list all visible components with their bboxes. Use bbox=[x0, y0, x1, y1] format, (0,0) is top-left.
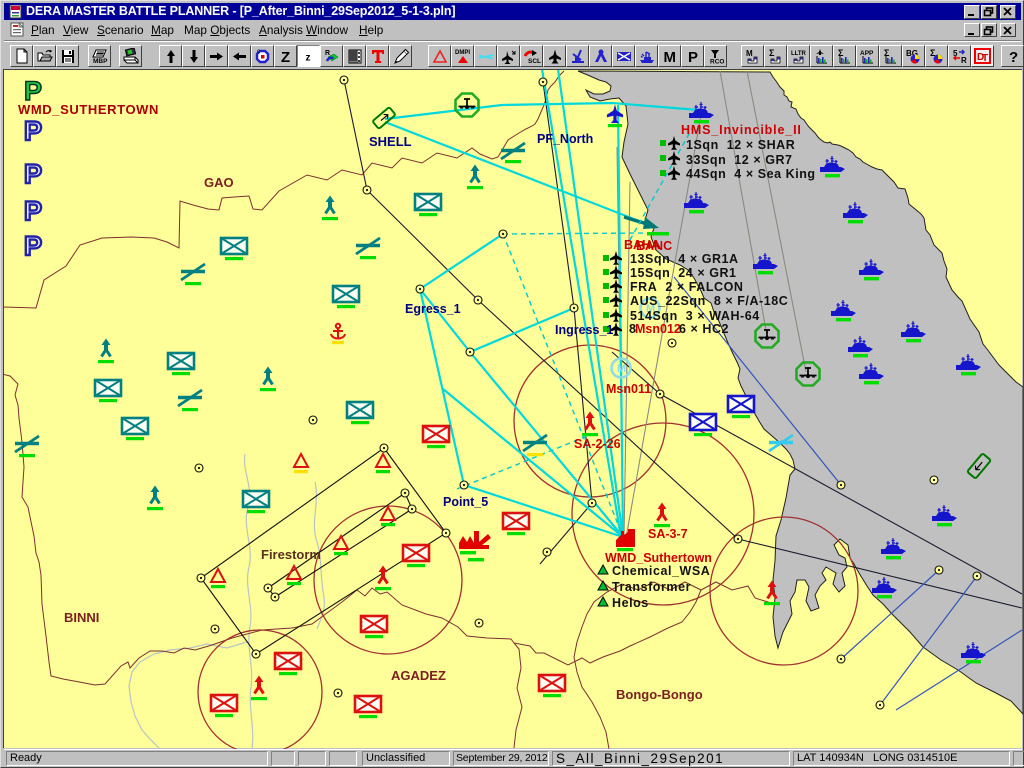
svg-text:WMD_Suthertown: WMD_Suthertown bbox=[605, 551, 712, 565]
svg-text:M: M bbox=[664, 49, 677, 65]
svg-text:MBP: MBP bbox=[93, 58, 108, 65]
svg-text:P: P bbox=[688, 49, 698, 65]
svg-text:1Sqn 12 × SHAR: 1Sqn 12 × SHAR bbox=[686, 138, 795, 152]
svg-text:Z: Z bbox=[281, 49, 290, 65]
svg-text:Bongo-Bongo: Bongo-Bongo bbox=[616, 687, 703, 702]
svg-text:AUS_22Sqn 8 × F/A-18C: AUS_22Sqn 8 × F/A-18C bbox=[630, 294, 788, 308]
svg-text:Σ: Σ bbox=[838, 48, 844, 58]
svg-text:R: R bbox=[325, 50, 330, 57]
svg-text:Helos: Helos bbox=[612, 596, 649, 610]
svg-text:Chemical_WSA: Chemical_WSA bbox=[612, 564, 710, 578]
svg-text:HMS_Invincible_II: HMS_Invincible_II bbox=[681, 123, 802, 137]
svg-text:c: c bbox=[257, 49, 260, 55]
svg-text:M: M bbox=[746, 49, 753, 58]
svg-text:z: z bbox=[306, 53, 311, 64]
svg-text:Point_5: Point_5 bbox=[443, 495, 488, 509]
svg-text:Transformer: Transformer bbox=[612, 580, 691, 594]
svg-text:GAO: GAO bbox=[204, 175, 234, 190]
svg-text:APP: APP bbox=[860, 50, 874, 57]
svg-text:WMD_SUTHERTOWN: WMD_SUTHERTOWN bbox=[18, 102, 159, 117]
svg-text:?: ? bbox=[1009, 49, 1018, 65]
svg-text:SA-2-26: SA-2-26 bbox=[574, 437, 621, 451]
svg-text:Msn011: Msn011 bbox=[606, 382, 651, 396]
svg-text:PF_North: PF_North bbox=[537, 132, 593, 146]
svg-text:LLTR: LLTR bbox=[791, 51, 807, 57]
svg-text:R: R bbox=[961, 56, 967, 65]
svg-text:6 × HC2: 6 × HC2 bbox=[679, 322, 729, 336]
svg-text:33Sqn 12 × GR7: 33Sqn 12 × GR7 bbox=[686, 153, 793, 167]
svg-text:BANC: BANC bbox=[636, 239, 672, 253]
svg-text:DMPI: DMPI bbox=[455, 50, 470, 56]
svg-text:Σ: Σ bbox=[884, 48, 890, 58]
svg-text:SCL: SCL bbox=[528, 58, 541, 65]
svg-text:AGADEZ: AGADEZ bbox=[391, 668, 446, 683]
svg-text:BINNI: BINNI bbox=[64, 610, 99, 625]
svg-text:Egress_1: Egress_1 bbox=[405, 302, 461, 316]
svg-text:Firestorm: Firestorm bbox=[261, 547, 321, 562]
svg-text:514Sqn 3 × WAH-64: 514Sqn 3 × WAH-64 bbox=[630, 309, 760, 323]
svg-text:Msn012: Msn012 bbox=[635, 322, 681, 336]
svg-text:15Sqn 24 × GR1: 15Sqn 24 × GR1 bbox=[630, 266, 737, 280]
svg-text:SHELL: SHELL bbox=[369, 134, 412, 149]
svg-text:13Sqn 4 × GR1A: 13Sqn 4 × GR1A bbox=[630, 252, 739, 266]
svg-text:T: T bbox=[982, 53, 988, 64]
svg-text:SA-3-7: SA-3-7 bbox=[648, 527, 688, 541]
svg-text:RCO: RCO bbox=[710, 59, 724, 66]
svg-text:FRA 2 × FALCON: FRA 2 × FALCON bbox=[630, 280, 743, 294]
svg-text:Ingress_1: Ingress_1 bbox=[555, 323, 613, 337]
svg-text:44Sqn 4 × Sea King: 44Sqn 4 × Sea King bbox=[686, 167, 816, 181]
svg-text:M: M bbox=[617, 363, 626, 375]
svg-text:Σ: Σ bbox=[769, 48, 775, 58]
